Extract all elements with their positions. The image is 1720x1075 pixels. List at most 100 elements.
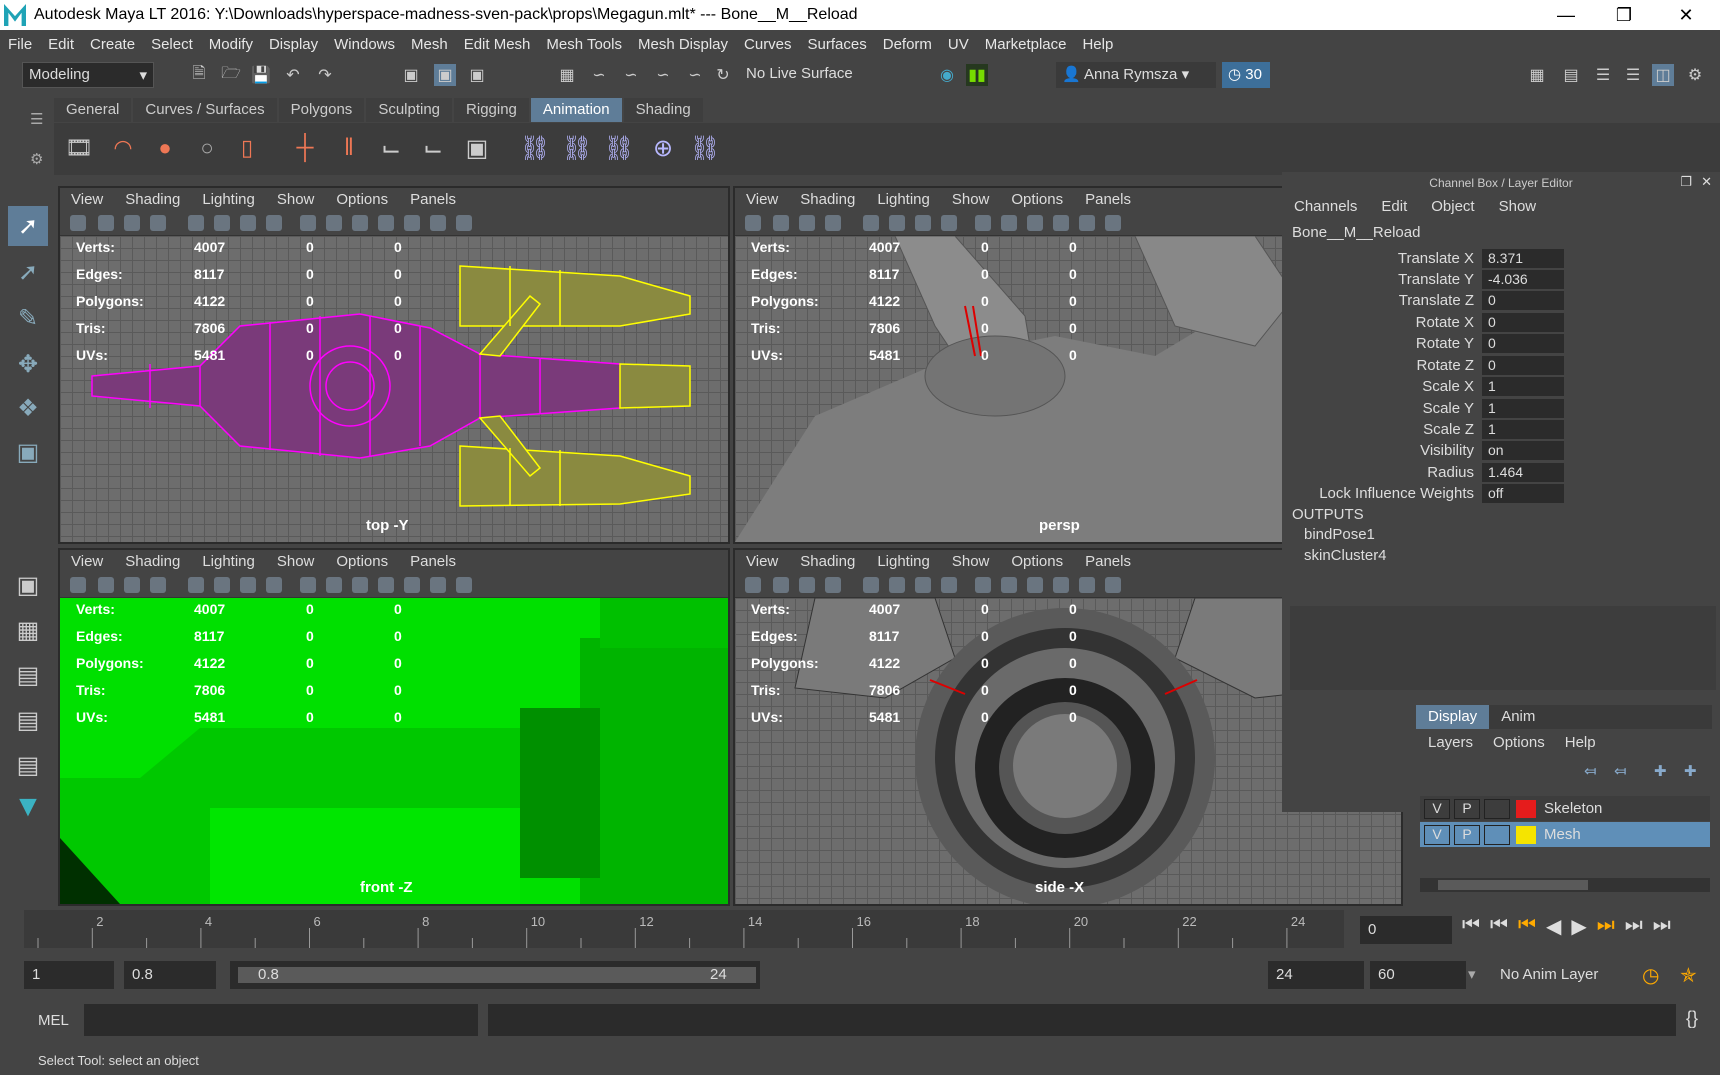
vp-menu-lighting[interactable]: Lighting	[866, 553, 941, 570]
add-to-layer-icon[interactable]: ✚	[1684, 762, 1697, 780]
redo-icon[interactable]: ↷	[314, 64, 336, 86]
step-forward-icon[interactable]: ⏭	[1625, 914, 1643, 939]
snap-point-icon[interactable]: ∽	[620, 64, 642, 86]
select-tool-icon[interactable]: ➚	[8, 206, 48, 246]
vp-menu-panels[interactable]: Panels	[1074, 553, 1142, 570]
constraint-pole-icon[interactable]: ⛓	[690, 135, 720, 162]
maximize-icon[interactable]: ❐	[1596, 0, 1652, 30]
layer-editor-icon[interactable]: ⚙	[1684, 64, 1706, 86]
cb-menu-show[interactable]: Show	[1487, 198, 1549, 215]
attr-row[interactable]: Scale Y1	[1292, 398, 1712, 418]
menu-display[interactable]: Display	[261, 36, 326, 53]
vp-menu-options[interactable]: Options	[1000, 191, 1074, 208]
attr-row[interactable]: Translate Y -4.036	[1292, 269, 1712, 289]
attr-row[interactable]: Scale Z1	[1292, 419, 1712, 439]
constraint-orient-icon[interactable]: ⛓	[604, 135, 634, 162]
modeling-toolkit-icon[interactable]: ▦	[1526, 64, 1548, 86]
vp-menu-shading[interactable]: Shading	[114, 191, 191, 208]
attr-row[interactable]: Rotate X0	[1292, 312, 1712, 332]
outliner-icon[interactable]: ☰	[1622, 64, 1644, 86]
go-to-start-icon[interactable]: ⏮	[1462, 914, 1480, 939]
attr-row[interactable]: Scale X1	[1292, 376, 1712, 396]
play-forwards-icon[interactable]: ▶	[1571, 914, 1586, 939]
vp-menu-view[interactable]: View	[735, 191, 789, 208]
layer-color-swatch[interactable]	[1516, 825, 1536, 844]
lasso-tool-icon[interactable]: ➚	[8, 252, 48, 292]
range-slider-handle[interactable]	[238, 967, 756, 983]
attr-row[interactable]: Lock Influence Weights off	[1292, 483, 1712, 503]
layer-row[interactable]: V P Mesh	[1420, 822, 1710, 847]
current-frame-field[interactable]: 0	[1360, 916, 1452, 944]
vp-menu-show[interactable]: Show	[941, 191, 1001, 208]
move-layer-down-icon[interactable]: ⤆	[1614, 762, 1627, 780]
auto-key-icon[interactable]: ◷	[1642, 963, 1659, 988]
vp-menu-view[interactable]: View	[60, 553, 114, 570]
scrollbar-thumb[interactable]	[1438, 880, 1588, 890]
select-object-icon[interactable]: ▣	[434, 64, 456, 86]
tab-general[interactable]: General	[54, 98, 132, 122]
tab-anim[interactable]: Anim	[1489, 705, 1547, 729]
vp-menu-show[interactable]: Show	[266, 191, 326, 208]
step-forward-key-icon[interactable]: ⏭	[1597, 914, 1615, 939]
go-to-end-icon[interactable]: ⏭	[1653, 914, 1671, 939]
playback-end-field[interactable]: 24	[1268, 961, 1364, 989]
tab-polygons[interactable]: Polygons	[278, 98, 365, 122]
menu-windows[interactable]: Windows	[326, 36, 403, 53]
attr-row[interactable]: Rotate Z0	[1292, 355, 1712, 375]
vp-menu-lighting[interactable]: Lighting	[191, 553, 266, 570]
vp-menu-options[interactable]: Options	[325, 191, 399, 208]
channel-box-icon[interactable]: ◫	[1652, 64, 1674, 86]
range-slider[interactable]: 0.8 24	[230, 961, 760, 989]
menu-mesh-display[interactable]: Mesh Display	[630, 36, 736, 53]
vp-menu-shading[interactable]: Shading	[789, 553, 866, 570]
layer-visibility-toggle[interactable]: V	[1424, 798, 1450, 819]
menu-edit-mesh[interactable]: Edit Mesh	[456, 36, 539, 53]
step-back-key-icon[interactable]: ⏮	[1518, 914, 1536, 939]
vp-menu-lighting[interactable]: Lighting	[866, 191, 941, 208]
tool-settings-icon[interactable]: ☰	[1592, 64, 1614, 86]
attr-row[interactable]: Translate X 8.371	[1292, 248, 1712, 268]
menu-mesh[interactable]: Mesh	[403, 36, 456, 53]
minimize-icon[interactable]: —	[1538, 0, 1594, 30]
vp-menu-view[interactable]: View	[60, 191, 114, 208]
close-icon[interactable]: ✕	[1658, 0, 1714, 30]
constraint-point-icon[interactable]: ⛓	[562, 135, 592, 162]
layer-display-type[interactable]	[1484, 824, 1510, 845]
menu-create[interactable]: Create	[82, 36, 143, 53]
viewport-front[interactable]: View Shading Lighting Show Options Panel…	[58, 548, 730, 906]
outliner-layout-icon[interactable]: ▤	[8, 655, 48, 695]
create-joint-icon[interactable]: ┼	[294, 134, 316, 161]
account-dropdown[interactable]: 👤 Anna Rymsza ▾	[1056, 62, 1216, 88]
layer-row[interactable]: V P Skeleton	[1420, 796, 1710, 821]
render-icon[interactable]: ◉	[936, 64, 958, 86]
snap-surface-icon[interactable]: ∽	[684, 64, 706, 86]
attr-row[interactable]: Translate Z0	[1292, 290, 1712, 310]
open-scene-icon[interactable]: 🗁	[220, 64, 242, 86]
scale-tool-icon[interactable]: ▣	[8, 432, 48, 472]
new-scene-icon[interactable]: 🗎	[188, 64, 210, 86]
layer-color-swatch[interactable]	[1516, 799, 1536, 818]
vp-menu-view[interactable]: View	[735, 553, 789, 570]
chevron-down-icon[interactable]: ▾	[1468, 965, 1476, 983]
select-component-icon[interactable]: ▣	[466, 64, 488, 86]
script-editor-icon[interactable]: {}	[1686, 1008, 1698, 1029]
menu-edit[interactable]: Edit	[40, 36, 82, 53]
snap-view-icon[interactable]: ∽	[652, 64, 674, 86]
vp-menu-panels[interactable]: Panels	[1074, 191, 1142, 208]
move-tool-icon[interactable]: ✥	[8, 344, 48, 384]
tab-shading[interactable]: Shading	[623, 98, 703, 122]
play-backwards-icon[interactable]: ◀	[1546, 914, 1561, 939]
constraint-aim-icon[interactable]: ⊕	[652, 135, 674, 162]
time-slider-ruler[interactable]: 2 4 6 8 10 12 14 16 18 20 22 24	[24, 910, 1344, 948]
script-layout-icon[interactable]: ▤	[8, 745, 48, 785]
vp-menu-options[interactable]: Options	[1000, 553, 1074, 570]
time-slider[interactable]: 2 4 6 8 10 12 14 16 18 20 22 24	[24, 910, 1344, 948]
graph-layout-icon[interactable]: ▤	[8, 700, 48, 740]
attr-row[interactable]: Visibility on	[1292, 440, 1712, 460]
node-name[interactable]: Bone__M__Reload	[1292, 224, 1420, 241]
layer-playback-toggle[interactable]: P	[1454, 824, 1480, 845]
viewport-top[interactable]: View Shading Lighting Show Options Panel…	[58, 186, 730, 544]
float-panel-icon[interactable]: ❐	[1680, 174, 1692, 190]
menu-mesh-tools[interactable]: Mesh Tools	[538, 36, 630, 53]
menu-help[interactable]: Help	[1074, 36, 1121, 53]
